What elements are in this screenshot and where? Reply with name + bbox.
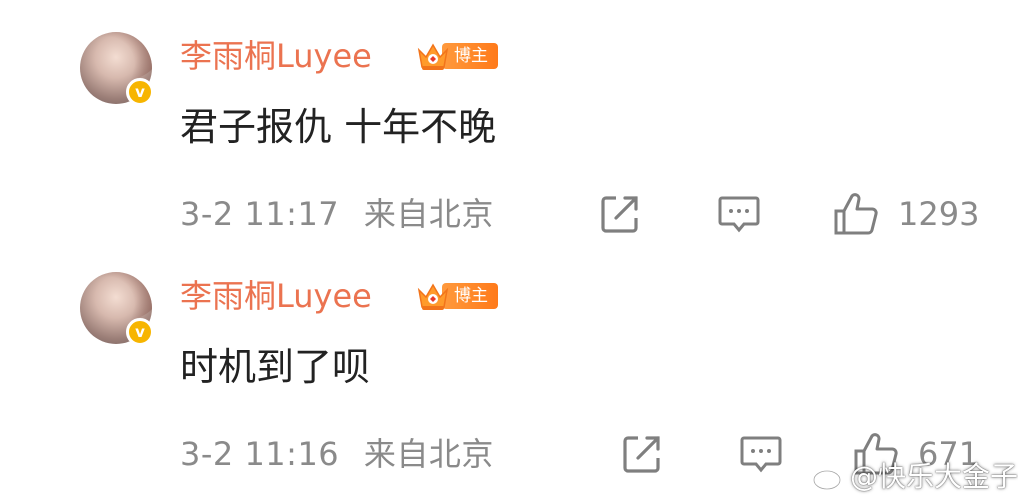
crown-icon	[417, 283, 449, 310]
verified-icon: v	[126, 318, 154, 346]
verified-icon: v	[126, 78, 154, 106]
comment-time: 3-2 11:17	[180, 195, 340, 233]
blogger-badge-label: 博主	[442, 283, 498, 309]
watermark-text: @快乐大金子	[850, 460, 1018, 493]
comment-icon	[718, 196, 760, 233]
vip-badge[interactable]: 博主	[416, 38, 498, 74]
comment-source: 来自北京	[363, 435, 494, 473]
vip-badge[interactable]: 博主	[416, 278, 498, 314]
username[interactable]: 李雨桐Luyee	[180, 274, 372, 318]
reply-button[interactable]	[716, 190, 762, 238]
like-icon	[834, 193, 878, 235]
comment-icon	[740, 436, 782, 473]
like-count: 1293	[898, 195, 980, 233]
comment-meta: 3-2 11:16 来自北京	[180, 432, 494, 476]
username[interactable]: 李雨桐Luyee	[180, 34, 372, 78]
comment-meta: 3-2 11:17 来自北京	[180, 192, 494, 236]
share-icon	[623, 436, 660, 473]
share-button[interactable]	[598, 190, 642, 238]
crown-icon	[417, 43, 449, 70]
share-icon	[601, 196, 638, 233]
comment-text: 君子报仇 十年不晚	[180, 105, 497, 149]
comment-source: 来自北京	[363, 195, 494, 233]
watermark: @快乐大金子	[812, 460, 1018, 494]
blogger-badge-label: 博主	[442, 43, 498, 69]
like-button[interactable]: 1293	[832, 190, 979, 238]
reply-button[interactable]	[738, 430, 784, 478]
comment-time: 3-2 11:16	[180, 435, 340, 473]
weibo-logo-icon	[812, 465, 845, 491]
comment-text: 时机到了呗	[180, 345, 371, 389]
comment-item: v 李雨桐Luyee 博主 君子报仇 十年不晚 3-2 11:17 来自北京 1…	[0, 0, 1018, 240]
share-button[interactable]	[620, 430, 664, 478]
comment-item: v 李雨桐Luyee 博主 时机到了呗 3-2 11:16 来自北京 671	[0, 240, 1018, 480]
